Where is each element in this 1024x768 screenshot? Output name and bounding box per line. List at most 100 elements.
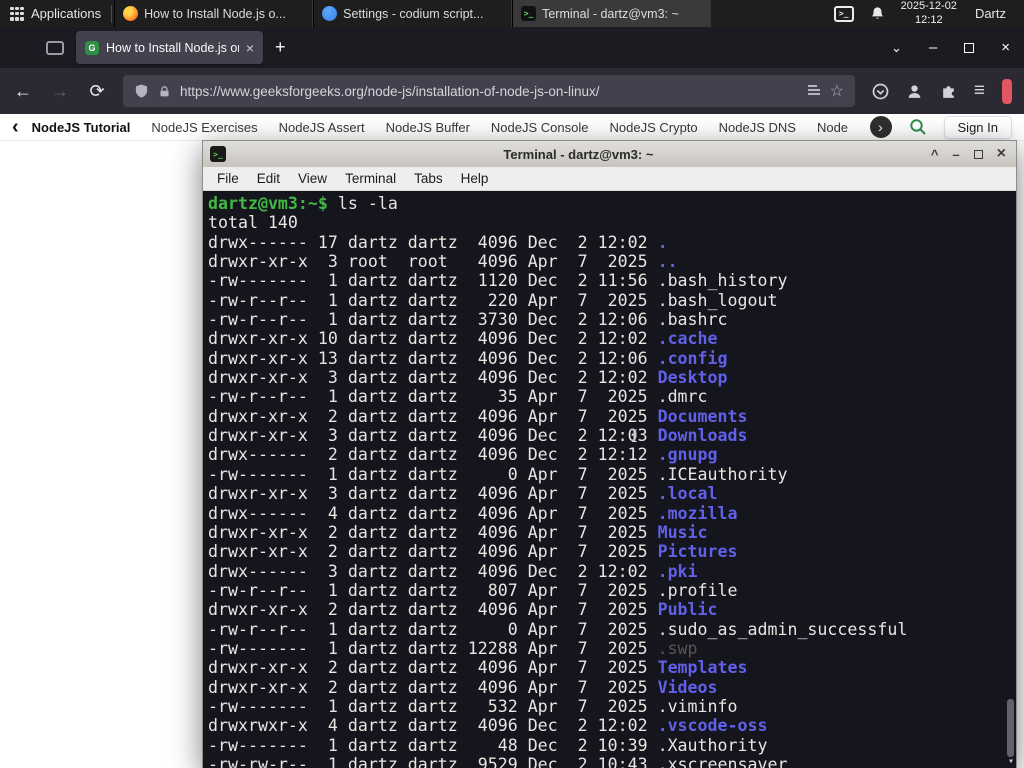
taskbar-item-label: How to Install Node.js o...: [144, 6, 286, 21]
terminal-total-line: total 140: [208, 213, 298, 233]
directory-name: .vscode-oss: [657, 716, 768, 736]
nav-scroll-right-button[interactable]: ›: [869, 116, 892, 138]
menu-icon[interactable]: ≡: [974, 80, 985, 102]
shell-command: ls -la: [327, 194, 398, 213]
file-meta: drwxr-xr-x 3 root root 4096 Apr 7 2025: [208, 252, 658, 272]
taskbar-item-terminal[interactable]: >_ Terminal - dartz@vm3: ~: [512, 0, 712, 27]
terminal-listing-row: drwxr-xr-x 3 dartz dartz 4096 Apr 7 2025…: [208, 484, 1014, 503]
file-meta: -rw-r--r-- 1 dartz dartz 220 Apr 7 2025: [208, 290, 658, 310]
back-button[interactable]: ←: [12, 81, 34, 102]
site-nav-item[interactable]: Node: [817, 120, 848, 135]
file-meta: drwxr-xr-x 3 dartz dartz 4096 Dec 2 12:0…: [208, 368, 658, 388]
terminal-menu-terminal[interactable]: Terminal: [337, 170, 404, 187]
terminal-listing-row: -rw-r--r-- 1 dartz dartz 220 Apr 7 2025 …: [208, 291, 1014, 310]
bookmark-star-icon[interactable]: ☆: [830, 81, 844, 101]
file-meta: -rw------- 1 dartz dartz 12288 Apr 7 202…: [208, 638, 658, 658]
red-accent-indicator: [1002, 78, 1012, 104]
reload-button[interactable]: ⟳: [86, 81, 108, 102]
firefox-view-icon[interactable]: [46, 40, 64, 55]
terminal-scrollbar-thumb[interactable]: [1007, 699, 1014, 757]
file-meta: drwxr-xr-x 2 dartz dartz 4096 Apr 7 2025: [208, 542, 658, 562]
reader-view-icon[interactable]: [807, 84, 821, 98]
tab-close-icon[interactable]: ×: [246, 41, 254, 55]
nav-scroll-left-button[interactable]: ‹: [12, 117, 19, 137]
search-icon[interactable]: [909, 118, 927, 136]
window-close-button[interactable]: ×: [1001, 40, 1010, 55]
new-tab-button[interactable]: +: [275, 37, 286, 58]
sign-in-button[interactable]: Sign In: [943, 115, 1012, 139]
terminal-menu-file[interactable]: File: [209, 170, 247, 187]
scroll-down-arrow-icon[interactable]: ▾: [1008, 757, 1014, 767]
terminal-maximize-button[interactable]: [973, 149, 983, 159]
terminal-listing-row: -rw-r--r-- 1 dartz dartz 807 Apr 7 2025 …: [208, 581, 1014, 600]
file-meta: -rw-r--r-- 1 dartz dartz 0 Apr 7 2025: [208, 619, 658, 639]
file-meta: -rw-r--r-- 1 dartz dartz 3730 Dec 2 12:0…: [208, 310, 658, 330]
file-name: .bash_history: [657, 271, 788, 291]
file-name: .swp: [657, 638, 698, 658]
terminal-listing-row: -rw------- 1 dartz dartz 1120 Dec 2 11:5…: [208, 271, 1014, 290]
lock-icon[interactable]: [158, 84, 171, 99]
taskbar-item-label: Terminal - dartz@vm3: ~: [542, 6, 679, 21]
terminal-menu-bar: File Edit View Terminal Tabs Help: [203, 167, 1016, 191]
extensions-icon[interactable]: [940, 83, 957, 100]
site-nav-item[interactable]: NodeJS Tutorial: [32, 120, 131, 135]
terminal-menu-view[interactable]: View: [290, 170, 335, 187]
window-minimize-button[interactable]: –: [929, 40, 937, 55]
site-nav-bar: ‹ NodeJS Tutorial NodeJS Exercises NodeJS …: [0, 114, 1024, 141]
taskbar-item-codium[interactable]: Settings - codium script...: [313, 0, 513, 27]
terminal-listing-row: -rw-r--r-- 1 dartz dartz 35 Apr 7 2025 .…: [208, 387, 1014, 406]
panel-clock[interactable]: 2025-12-02 12:12: [901, 0, 957, 26]
file-meta: drwx------ 4 dartz dartz 4096 Apr 7 2025: [208, 503, 658, 523]
url-text[interactable]: https://www.geeksforgeeks.org/node-js/in…: [180, 84, 798, 99]
terminal-listing-row: -rw------- 1 dartz dartz 12288 Apr 7 202…: [208, 639, 1014, 658]
site-nav-item[interactable]: NodeJS DNS: [719, 120, 796, 135]
taskbar-item-label: Settings - codium script...: [343, 6, 484, 21]
account-icon[interactable]: [906, 83, 923, 100]
applications-menu[interactable]: Applications: [0, 0, 111, 27]
terminal-close-button[interactable]: ×: [997, 146, 1006, 162]
window-maximize-button[interactable]: [964, 42, 975, 53]
terminal-listing-row: drwxr-xr-x 13 dartz dartz 4096 Dec 2 12:…: [208, 349, 1014, 368]
url-bar[interactable]: https://www.geeksforgeeks.org/node-js/in…: [123, 75, 855, 107]
system-tray: >_ 2025-12-02 12:12 Dartz: [833, 0, 1024, 26]
forward-button[interactable]: →: [49, 81, 71, 102]
terminal-listing-row: drwxrwxr-x 4 dartz dartz 4096 Dec 2 12:0…: [208, 716, 1014, 735]
terminal-title-bar[interactable]: >_ Terminal - dartz@vm3: ~ ^ – ×: [203, 141, 1016, 167]
site-nav-item[interactable]: NodeJS Crypto: [609, 120, 697, 135]
directory-name: Downloads: [657, 426, 748, 446]
terminal-listing-row: drwx------ 4 dartz dartz 4096 Apr 7 2025…: [208, 504, 1014, 523]
file-name: .xscreensaver: [657, 754, 788, 768]
terminal-listing-row: -rw-r--r-- 1 dartz dartz 3730 Dec 2 12:0…: [208, 310, 1014, 329]
terminal-menu-tabs[interactable]: Tabs: [406, 170, 451, 187]
browser-tab-bar: G How to Install Node.js on... × + ⌄ – ×: [0, 27, 1024, 68]
terminal-menu-help[interactable]: Help: [453, 170, 497, 187]
terminal-screen[interactable]: dartz@vm3:~$ ls -la total 140 drwx------…: [203, 191, 1016, 768]
panel-username[interactable]: Dartz: [973, 6, 1014, 21]
file-meta: -rw------- 1 dartz dartz 48 Dec 2 10:39: [208, 735, 658, 755]
text-cursor: I: [631, 427, 638, 447]
tray-terminal-icon[interactable]: >_: [833, 5, 854, 22]
site-favicon: G: [85, 40, 99, 55]
taskbar-item-firefox[interactable]: How to Install Node.js o...: [114, 0, 314, 27]
file-name: .sudo_as_admin_successful: [657, 619, 908, 639]
site-nav-item[interactable]: NodeJS Console: [491, 120, 589, 135]
directory-name: .gnupg: [657, 445, 718, 465]
tracking-shield-icon[interactable]: [134, 83, 149, 99]
notification-bell-icon[interactable]: [870, 6, 885, 21]
terminal-listing: drwx------ 17 dartz dartz 4096 Dec 2 12:…: [208, 233, 1014, 768]
file-name: .Xauthority: [657, 735, 768, 755]
terminal-menu-edit[interactable]: Edit: [249, 170, 288, 187]
terminal-listing-row: -rw-rw-r-- 1 dartz dartz 9529 Dec 2 10:4…: [208, 755, 1014, 768]
site-nav-item[interactable]: NodeJS Buffer: [386, 120, 470, 135]
list-all-tabs-icon[interactable]: ⌄: [891, 40, 902, 56]
terminal-rollup-button[interactable]: ^: [931, 147, 939, 162]
terminal-icon: >_: [521, 6, 537, 21]
pocket-icon[interactable]: [872, 83, 889, 100]
site-nav-item[interactable]: NodeJS Assert: [279, 120, 365, 135]
file-meta: -rw-r--r-- 1 dartz dartz 35 Apr 7 2025: [208, 387, 658, 407]
site-nav-item[interactable]: NodeJS Exercises: [151, 120, 257, 135]
terminal-listing-row: -rw------- 1 dartz dartz 48 Dec 2 10:39 …: [208, 736, 1014, 755]
browser-tab-active[interactable]: G How to Install Node.js on... ×: [76, 31, 263, 64]
terminal-listing-row: drwx------ 17 dartz dartz 4096 Dec 2 12:…: [208, 233, 1014, 252]
terminal-minimize-button[interactable]: –: [952, 147, 959, 162]
